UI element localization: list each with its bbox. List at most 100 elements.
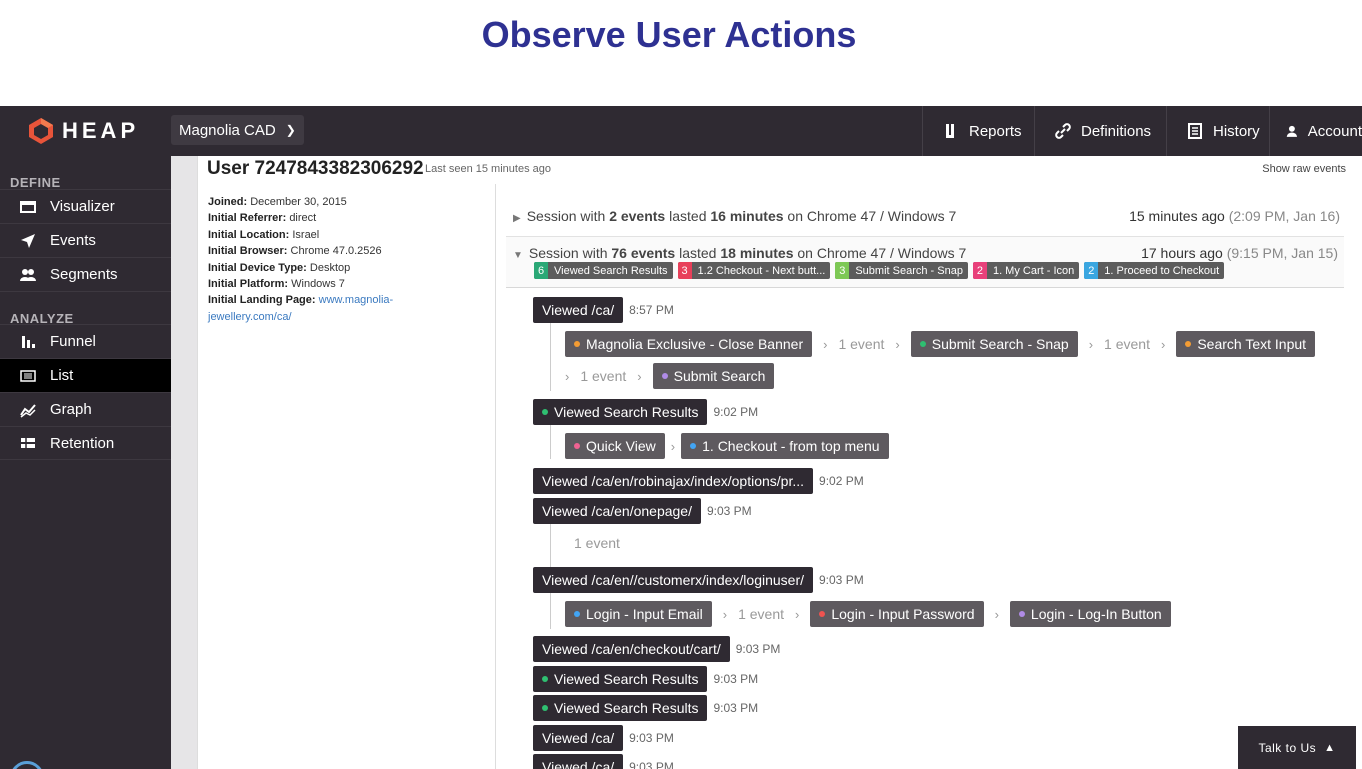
collapsed-events[interactable]: 1 event xyxy=(738,606,784,622)
user-properties: Joined: December 30, 2015 Initial Referr… xyxy=(208,194,408,325)
graph-icon xyxy=(20,403,36,418)
badge-count: 3 xyxy=(677,262,692,279)
event-badge[interactable]: 2 1. My Cart - Icon xyxy=(972,262,1080,279)
event-pill[interactable]: 1. Checkout - from top menu xyxy=(681,433,889,459)
event-dot xyxy=(819,611,826,617)
session-when: (9:15 PM, Jan 15) xyxy=(1226,245,1338,261)
event-time: 9:03 PM xyxy=(713,701,759,715)
nav-history[interactable]: History xyxy=(1166,106,1269,156)
event-pill[interactable]: Login - Log-In Button xyxy=(1009,601,1171,627)
event-dot xyxy=(919,341,926,347)
session-duration: 18 minutes xyxy=(720,245,794,261)
user-prop-row: Initial Browser: Chrome 47.0.2526 xyxy=(208,243,408,259)
event-label: Submit Search - Snap xyxy=(931,336,1069,352)
event-pill[interactable]: Submit Search - Snap xyxy=(910,331,1078,357)
badge-label: 1. Proceed to Checkout xyxy=(1104,264,1220,277)
event-pill[interactable]: Login - Input Password xyxy=(810,601,984,627)
collapsed-events[interactable]: 1 event xyxy=(838,336,884,352)
show-raw-events-link[interactable]: Show raw events xyxy=(1262,163,1346,175)
event-badge[interactable]: 3 Submit Search - Snap xyxy=(835,262,968,279)
prop-label: Initial Browser: xyxy=(208,245,288,258)
pageview-row: Viewed /ca/en/checkout/cart/ 9:03 PM xyxy=(533,636,780,662)
pageview-row: Viewed /ca/en//customerx/index/loginuser… xyxy=(533,567,864,593)
event-label: Login - Input Password xyxy=(831,606,975,622)
pageview-pill[interactable]: Viewed /ca/ xyxy=(533,725,624,751)
pageview-pill[interactable]: Viewed /ca/en//customerx/index/loginuser… xyxy=(533,567,813,593)
chevron-right-icon: › xyxy=(823,336,828,352)
session-row-expanded[interactable]: ▼ Session with 76 events lasted 18 minute… xyxy=(506,236,1344,288)
session-text: on Chrome 47 / Windows 7 xyxy=(787,208,957,224)
sidebar-item-graph[interactable]: Graph xyxy=(0,392,171,426)
nav-history-label: History xyxy=(1213,122,1260,140)
pageview-pill[interactable]: Viewed /ca/ xyxy=(533,297,624,323)
sidebar-item-visualizer[interactable]: Visualizer xyxy=(0,189,171,223)
session-events: 76 events xyxy=(611,245,676,261)
project-name: Magnolia CAD xyxy=(179,121,276,139)
pageview-pill[interactable]: Viewed /ca/ xyxy=(533,754,624,769)
badge-count: 3 xyxy=(835,262,850,279)
sidebar-item-label: Segments xyxy=(50,266,118,283)
session-row-collapsed[interactable]: ▶ Session with 2 events lasted 16 minutes… xyxy=(513,208,956,224)
session-events: 2 events xyxy=(609,208,666,224)
prop-value: December 30, 2015 xyxy=(250,196,347,208)
sidebar-item-segments[interactable]: Segments xyxy=(0,257,171,291)
pageview-label: Viewed Search Results xyxy=(554,700,699,716)
event-time: 9:02 PM xyxy=(819,474,864,488)
collapsed-events[interactable]: 1 event xyxy=(580,368,626,384)
project-selector[interactable]: Magnolia CAD ❯ xyxy=(171,115,304,145)
pageview-pill[interactable]: Viewed Search Results xyxy=(533,399,708,425)
sidebar-item-events[interactable]: Events xyxy=(0,223,171,257)
sidebar-item-list[interactable]: List xyxy=(0,358,171,392)
pageview-row: Viewed Search Results 9:02 PM xyxy=(533,399,758,425)
chevron-up-icon: ▲ xyxy=(1324,741,1336,754)
prop-label: Initial Location: xyxy=(208,228,290,241)
pageview-pill[interactable]: Viewed /ca/en/robinajax/index/options/pr… xyxy=(533,468,814,494)
event-time: 9:03 PM xyxy=(629,760,674,769)
nav-reports[interactable]: Reports xyxy=(922,106,1034,156)
event-dot xyxy=(542,676,548,682)
event-time: 9:03 PM xyxy=(629,731,674,745)
event-row: Quick View › 1. Checkout - from top menu xyxy=(565,433,889,459)
badge-label: 1.2 Checkout - Next butt... xyxy=(697,264,826,277)
arrow-pointer-icon xyxy=(21,233,35,248)
pageview-pill[interactable]: Viewed /ca/en/checkout/cart/ xyxy=(533,636,730,662)
sidebar-item-retention[interactable]: Retention xyxy=(0,426,171,460)
event-time: 8:57 PM xyxy=(629,303,674,317)
prop-value: Israel xyxy=(292,228,320,241)
heap-logo[interactable]: HEAP xyxy=(28,116,139,146)
pageview-pill[interactable]: Viewed Search Results xyxy=(533,695,708,721)
event-dot xyxy=(1185,341,1192,347)
sidebar-item-funnel[interactable]: Funnel xyxy=(0,324,171,358)
sidebar-item-label: Funnel xyxy=(50,333,96,350)
session-ago: 17 hours ago xyxy=(1141,245,1223,261)
talk-to-us-button[interactable]: Talk to Us ▲ xyxy=(1238,726,1356,769)
event-pill[interactable]: Search Text Input xyxy=(1176,331,1316,357)
nav-account[interactable]: Account xyxy=(1269,106,1362,156)
nav-definitions[interactable]: Definitions xyxy=(1034,106,1166,156)
event-pill[interactable]: Magnolia Exclusive - Close Banner xyxy=(565,331,813,357)
event-pill[interactable]: Submit Search xyxy=(652,363,775,389)
session-text: Session with xyxy=(528,245,608,261)
collapsed-events[interactable]: 1 event xyxy=(574,535,620,551)
event-row: 1 event xyxy=(574,535,620,551)
pageview-pill[interactable]: Viewed Search Results xyxy=(533,666,708,692)
event-pill[interactable]: Login - Input Email xyxy=(565,601,712,627)
sidebar-item-label: Retention xyxy=(50,434,115,452)
event-badge[interactable]: 6 Viewed Search Results xyxy=(534,262,673,279)
event-badge[interactable]: 3 1.2 Checkout - Next butt... xyxy=(677,262,831,279)
user-icon xyxy=(1286,125,1298,137)
heap-app: HEAP Magnolia CAD ❯ Reports Definitions … xyxy=(0,106,1362,769)
collapsed-events[interactable]: 1 event xyxy=(1104,336,1150,352)
nav-definitions-label: Definitions xyxy=(1081,122,1152,140)
users-icon xyxy=(20,268,36,281)
pageview-row: Viewed /ca/ 8:57 PM xyxy=(533,297,674,323)
event-badge[interactable]: 2 1. Proceed to Checkout xyxy=(1084,262,1225,279)
user-prop-row: Initial Device Type: Desktop xyxy=(208,260,408,276)
user-panel: User 7247843382306292 Last seen 15 minut… xyxy=(197,156,1362,769)
prop-label: Joined: xyxy=(208,196,248,208)
session-header: ▼ Session with 76 events lasted 18 minute… xyxy=(513,245,966,261)
pageview-pill[interactable]: Viewed /ca/en/onepage/ xyxy=(533,498,701,524)
pageview-row: Viewed /ca/en/onepage/ 9:03 PM xyxy=(533,498,752,524)
event-pill[interactable]: Quick View xyxy=(565,433,665,459)
last-seen: Last seen 15 minutes ago xyxy=(425,163,551,175)
